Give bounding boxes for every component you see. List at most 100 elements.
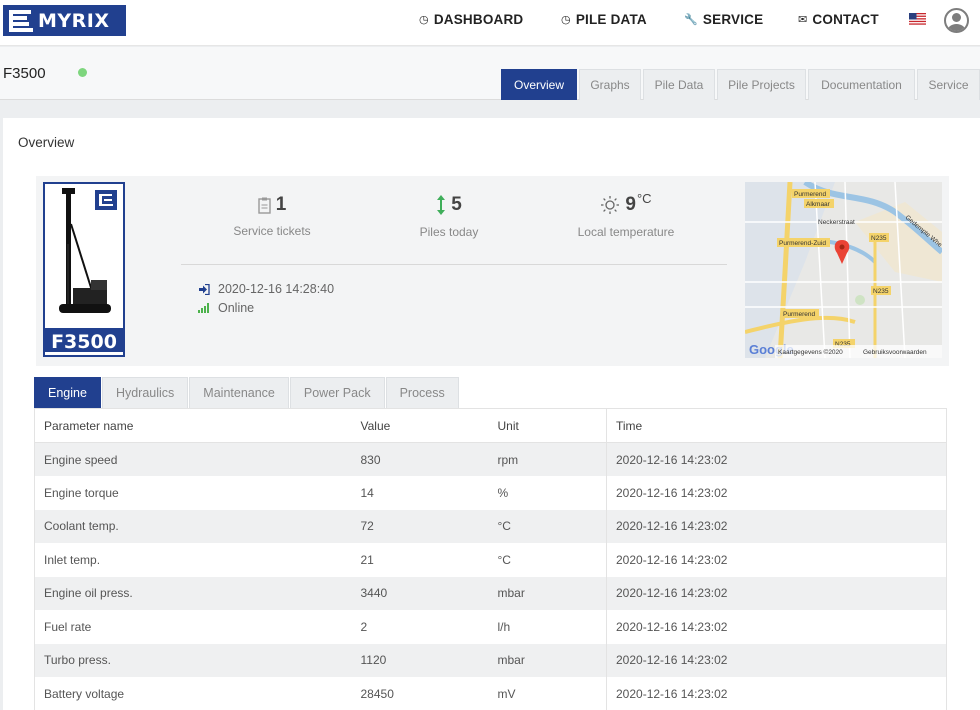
overview-card: Overview F3500 1 Service tickets 5 Piles…: [3, 118, 980, 710]
param-value: 28450: [360, 686, 394, 701]
param-time: 2020-12-16 14:23:02: [606, 543, 947, 577]
piles-today-label: Piles today: [419, 225, 479, 239]
temperature-unit: °C: [636, 190, 652, 206]
map-label: Neckerstraat: [818, 219, 855, 226]
logo-text: MYRIX: [38, 9, 110, 32]
map-attribution: Kaartgegevens ©2020: [778, 348, 843, 356]
map-label: N235: [873, 288, 889, 295]
parameter-tabs: Engine Hydraulics Maintenance Power Pack…: [34, 377, 460, 408]
param-time: 2020-12-16 14:23:02: [606, 476, 947, 510]
tab-overview[interactable]: Overview: [501, 69, 577, 100]
tab-service[interactable]: Service: [917, 69, 980, 100]
online-status-dot: [78, 68, 87, 77]
param-name: Engine oil press.: [44, 586, 133, 601]
tab-power-pack-label: Power Pack: [303, 386, 371, 400]
col-parameter-name: Parameter name: [34, 408, 352, 443]
wrench-icon: 🔧: [684, 14, 698, 26]
param-value: 1120: [360, 653, 387, 668]
table-row: Battery voltage 28450 mV 2020-12-16 14:2…: [35, 677, 947, 710]
param-time: 2020-12-16 14:23:02: [606, 576, 947, 610]
param-name: Turbo press.: [44, 653, 111, 668]
param-value: 830: [360, 452, 381, 467]
param-name: Engine speed: [44, 452, 118, 467]
tab-documentation[interactable]: Documentation: [808, 69, 915, 100]
param-time: 2020-12-16 14:23:02: [606, 643, 947, 677]
param-name: Inlet temp.: [44, 552, 101, 567]
param-name: Battery voltage: [44, 686, 125, 701]
signal-icon: [198, 303, 209, 313]
map-terms-link[interactable]: Gebruiksvoorwaarden: [863, 349, 927, 356]
map-canvas[interactable]: Purmerend Alkmaar Neckerstraat Purmerend…: [745, 182, 942, 358]
map-label: Alkmaar: [806, 201, 831, 208]
logo-mark-icon: [9, 9, 35, 32]
param-unit: °C: [497, 552, 511, 567]
tab-hydraulics[interactable]: Hydraulics: [101, 377, 189, 408]
user-avatar-icon[interactable]: [944, 8, 969, 33]
tab-pile-data[interactable]: Pile Data: [643, 69, 715, 100]
piles-today-value: 5: [451, 194, 462, 215]
map-label: N235: [871, 235, 887, 242]
param-time: 2020-12-16 14:23:02: [606, 610, 947, 644]
service-tickets-label: Service tickets: [233, 223, 311, 238]
tab-pile-data-label: Pile Data: [654, 78, 704, 92]
machine-info-panel: F3500 1 Service tickets 5 Piles today 9 …: [36, 176, 949, 366]
param-time: 2020-12-16 14:23:02: [606, 442, 947, 476]
local-temperature-label: Local temperature: [577, 225, 675, 239]
param-value: 3440: [360, 586, 388, 601]
nav-contact[interactable]: ✉ CONTACT: [798, 12, 879, 27]
param-value: 14: [360, 485, 374, 500]
nav-dashboard[interactable]: ◷ DASHBOARD: [419, 12, 523, 27]
param-time: 2020-12-16 14:23:02: [606, 509, 947, 543]
tab-pile-projects-label: Pile Projects: [728, 78, 795, 92]
table-row: Turbo press. 1120 mbar 2020-12-16 14:23:…: [34, 643, 947, 677]
table-row: Engine speed 830 rpm 2020-12-16 14:23:02: [34, 442, 947, 476]
last-login-row: 2020-12-16 14:28:40: [198, 282, 334, 296]
param-unit: mbar: [497, 586, 525, 601]
nav-contact-label: CONTACT: [812, 12, 879, 27]
param-value: 2: [360, 619, 368, 634]
machine-header: F3500 Overview Graphs Pile Data Pile Pro…: [0, 47, 980, 100]
tab-pile-projects[interactable]: Pile Projects: [717, 69, 806, 100]
last-login-time: 2020-12-16 14:28:40: [218, 282, 335, 296]
tab-hydraulics-label: Hydraulics: [115, 386, 175, 400]
param-unit: rpm: [497, 452, 519, 467]
service-tickets-value: 1: [275, 194, 287, 215]
stats-divider: [181, 264, 727, 265]
stat-local-temperature: 9 °C Local temperature: [551, 190, 701, 240]
table-row: Engine oil press. 3440 mbar 2020-12-16 1…: [34, 576, 947, 610]
machine-image-label: F3500: [45, 325, 123, 355]
connection-status: Online: [218, 301, 255, 315]
tab-engine[interactable]: Engine: [34, 377, 101, 408]
nav-dashboard-label: DASHBOARD: [433, 12, 524, 27]
param-value: 72: [360, 519, 374, 534]
tab-maintenance[interactable]: Maintenance: [189, 377, 289, 408]
machine-name: F3500: [3, 65, 46, 82]
nav-pile-data-label: PILE DATA: [575, 12, 647, 27]
connection-row: Online: [198, 301, 254, 315]
param-time: 2020-12-16 14:23:02: [606, 677, 947, 710]
up-down-arrow-icon: [437, 195, 446, 215]
stat-service-tickets[interactable]: 1 Service tickets: [197, 194, 347, 238]
myrix-logo[interactable]: MYRIX: [3, 5, 126, 36]
tab-process[interactable]: Process: [385, 377, 459, 408]
table-row: Coolant temp. 72 °C 2020-12-16 14:23:02: [34, 509, 947, 543]
tab-engine-label: Engine: [48, 386, 87, 400]
table-header-row: Parameter name Value Unit Time: [34, 408, 947, 443]
nav-service-label: SERVICE: [702, 12, 764, 27]
tab-graphs[interactable]: Graphs: [579, 69, 641, 100]
nav-service[interactable]: 🔧 SERVICE: [684, 12, 763, 27]
myrix-badge-icon: [95, 190, 117, 210]
location-map[interactable]: Purmerend Alkmaar Neckerstraat Purmerend…: [745, 182, 942, 358]
us-flag-icon[interactable]: [909, 13, 926, 25]
stat-piles-today[interactable]: 5 Piles today: [374, 194, 524, 239]
envelope-icon: ✉: [798, 14, 808, 26]
engine-parameters-table: Parameter name Value Unit Time Engine sp…: [34, 408, 947, 710]
table-row: Engine torque 14 % 2020-12-16 14:23:02: [35, 476, 947, 510]
tab-power-pack[interactable]: Power Pack: [289, 377, 385, 408]
machine-image: F3500: [43, 182, 125, 357]
param-name: Coolant temp.: [44, 519, 119, 534]
col-unit: Unit: [488, 408, 607, 443]
tab-process-label: Process: [399, 386, 445, 400]
tab-maintenance-label: Maintenance: [203, 386, 275, 400]
nav-pile-data[interactable]: ◷ PILE DATA: [561, 12, 647, 27]
